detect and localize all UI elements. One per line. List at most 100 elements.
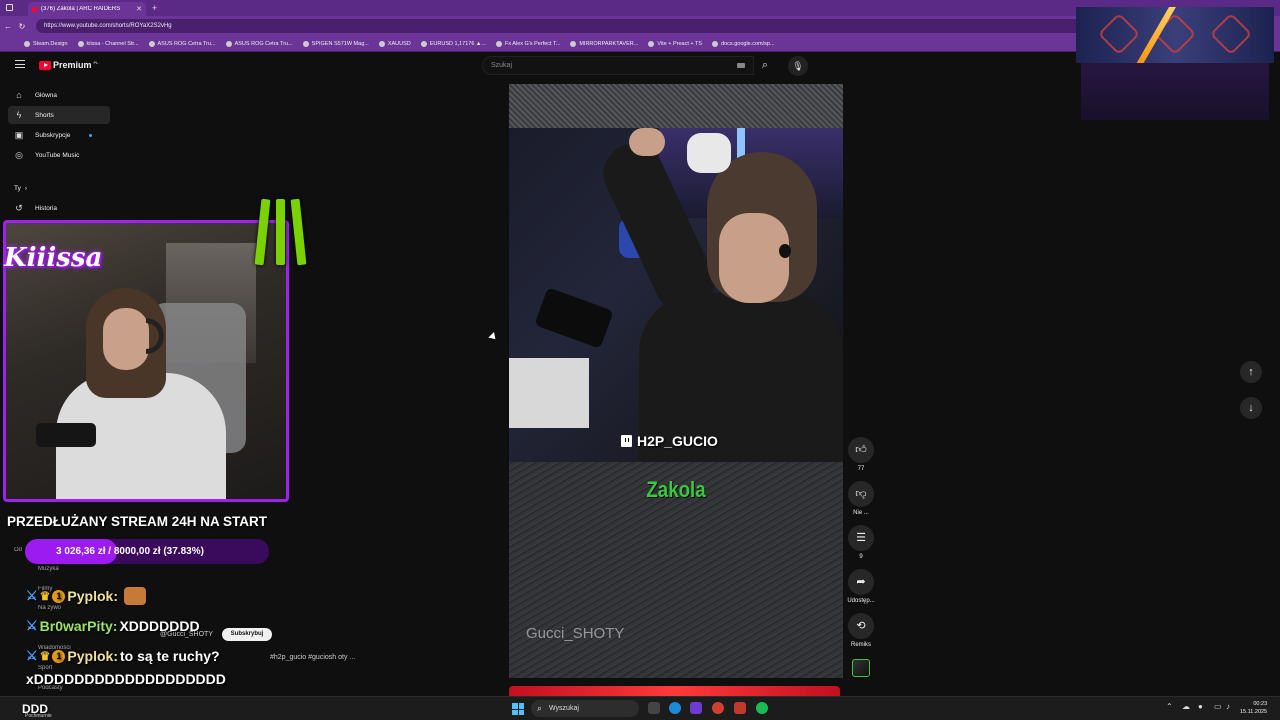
short-description[interactable]: #h2p_gucio #guciosh oty ... — [270, 654, 355, 661]
display-icon[interactable]: ▭ — [1214, 702, 1222, 711]
home-icon: ⌂ — [16, 90, 22, 100]
menu-icon[interactable] — [15, 60, 25, 68]
search-icon[interactable]: ⌕ — [754, 56, 776, 75]
reload-icon[interactable]: ↻ — [16, 22, 28, 31]
windows-start-icon[interactable] — [512, 703, 524, 715]
youtube-logo[interactable]: Premium PL — [39, 60, 99, 70]
sidebar-item-shorts[interactable]: ϟ Shorts — [8, 106, 110, 124]
bookmark-item[interactable]: ASUS ROG Cetra Tru... — [225, 40, 293, 47]
earbud — [779, 244, 791, 258]
donation-progress-text: 3 026,36 zł / 8000,00 zł (37.83%) — [56, 546, 204, 557]
twitch-tag: H2P_GUCIO — [621, 433, 718, 449]
comment-button[interactable]: ☰ 9 — [843, 525, 879, 560]
remix-button[interactable]: ⟲ Remiks — [843, 613, 879, 648]
sword-badge-icon: ⚔ — [26, 588, 38, 603]
back-icon[interactable]: ← — [2, 22, 14, 31]
next-short-button[interactable]: ↓ — [1240, 397, 1262, 419]
comment-icon: ☰ — [848, 525, 874, 551]
bookmark-label: Steam.Design — [33, 40, 68, 47]
crown-badge-icon: ♛ — [39, 649, 51, 663]
sidebar-faint-text: Od — [14, 547, 23, 553]
webcam-person-face — [103, 308, 149, 370]
bookmark-icon — [648, 40, 655, 47]
weather-widget[interactable]: DDD Pochmurnie — [22, 700, 52, 719]
url-text: https://www.youtube.com/shorts/ROYaX2S2v… — [44, 23, 172, 29]
short-video-player[interactable]: H2P_GUCIO Zakola Gucci_SHOTY — [509, 84, 843, 678]
chrome-icon[interactable] — [712, 702, 724, 714]
sidebar-item-youtube-music[interactable]: ◎ YouTube Music — [8, 146, 110, 164]
tier-badge-icon: 1 — [52, 589, 66, 603]
video-noise-top — [509, 84, 843, 128]
bookmark-icon — [225, 40, 232, 47]
game-hex-icon — [1209, 12, 1253, 56]
tray-chevron-icon[interactable]: ⌃ — [1166, 702, 1173, 711]
remix-icon: ⟲ — [848, 613, 874, 639]
like-button[interactable]: 👍︎ 77 — [843, 437, 879, 472]
search-input[interactable]: Szukaj — [482, 56, 754, 75]
subscribe-button[interactable]: Subskrybuj — [222, 628, 272, 641]
volume-icon[interactable]: ♪ — [1226, 702, 1230, 711]
bookmark-item[interactable]: docs.google.com/sp... — [712, 40, 775, 47]
bookmark-item[interactable]: Fx Alex G's Perfect T... — [495, 40, 561, 47]
new-tab-icon[interactable]: + — [152, 3, 157, 13]
tab-title: (376) Zakola | ARC RAIDERS — [41, 6, 121, 12]
share-button[interactable]: ➦ Udostęp... — [843, 569, 879, 604]
game-hex-icon — [1097, 12, 1141, 56]
bookmark-icon — [495, 40, 502, 47]
sidebar-item-label: Główna — [35, 91, 58, 99]
chat-text: xDDDDDDDDDDDDDDDDDDD — [26, 671, 226, 687]
chevron-right-icon: › — [24, 184, 28, 192]
browser-tab-active[interactable]: (376) Zakola | ARC RAIDERS ✕ — [28, 2, 146, 16]
keyboard-icon[interactable] — [737, 63, 745, 68]
bookmark-icon — [420, 40, 427, 47]
microphone-icon[interactable]: 🎙︎ — [788, 56, 808, 76]
bookmark-item[interactable]: Steam.Design — [24, 40, 68, 47]
sidebar-section-title: Ty — [14, 184, 21, 192]
close-tab-icon[interactable]: ✕ — [136, 5, 142, 13]
chat-text: to są te ruchy? — [120, 648, 220, 664]
system-clock[interactable]: 00:23 15.11.2025 — [1240, 700, 1267, 716]
sidebar-item-label: YouTube Music — [35, 151, 80, 159]
bookmark-item[interactable]: ASUS ROG Cetra Tru... — [148, 40, 216, 47]
sidebar-item-history[interactable]: ↺ Historia — [8, 199, 110, 217]
microphone-prop — [36, 423, 96, 447]
bookmark-item[interactable]: Vite + Preact + TS — [648, 40, 702, 47]
dislike-icon: 👎︎ — [848, 481, 874, 507]
bookmark-item[interactable]: SPIGEN S571W Mag... — [302, 40, 369, 47]
monster-energy-logo — [250, 198, 312, 271]
chat-username: Pyplok: — [67, 648, 118, 664]
sidebar-item-subscriptions[interactable]: ▣ Subskrypcje — [8, 126, 110, 144]
logo-text: Premium — [53, 60, 92, 70]
tab-overview-icon[interactable] — [6, 4, 13, 11]
twitch-username: H2P_GUCIO — [637, 433, 718, 449]
sidebar-item-label: Subskrypcje — [35, 131, 71, 139]
bookmark-item[interactable]: MIRRORPARKTAVER... — [570, 40, 638, 47]
cloud-icon[interactable]: ☁ — [1182, 702, 1190, 711]
chat-message: ⚔ ♛ 1 Pyplok: to są te ruchy? — [26, 648, 220, 664]
bookmark-icon — [378, 40, 385, 47]
bookmark-label: Fx Alex G's Perfect T... — [504, 40, 561, 47]
short-channel-handle[interactable]: @Gucci_SHOTY — [160, 631, 213, 638]
sidebar-item-you[interactable]: Ty › — [8, 179, 110, 197]
brave-icon[interactable] — [734, 702, 746, 714]
previous-short-button[interactable]: ↑ — [1240, 361, 1262, 383]
sidebar-item-home[interactable]: ⌂ Główna — [8, 86, 110, 104]
app-tray-icon[interactable]: ● — [1198, 702, 1203, 711]
discord-icon[interactable] — [690, 702, 702, 714]
url-field[interactable]: https://www.youtube.com/shorts/ROYaX2S2v… — [36, 19, 1096, 33]
edge-icon[interactable] — [669, 702, 681, 714]
bookmark-item[interactable]: kiissa - Channel Str... — [77, 40, 139, 47]
bookmark-item[interactable]: XAUUSD — [378, 40, 411, 47]
spotify-icon[interactable] — [756, 702, 768, 714]
search-placeholder: Szukaj — [491, 62, 513, 69]
dislike-button[interactable]: 👎︎ Nie ... — [843, 481, 879, 516]
crown-badge-icon: ♛ — [39, 589, 51, 603]
channel-avatar[interactable] — [852, 659, 870, 677]
bookmark-label: XAUUSD — [387, 40, 411, 47]
dislike-label: Nie ... — [853, 510, 869, 516]
logo-region: PL — [93, 60, 99, 65]
sword-badge-icon: ⚔ — [26, 618, 38, 633]
task-view-icon[interactable] — [648, 702, 660, 714]
bookmark-item[interactable]: EURUSD 1,17176 ▲... — [420, 40, 486, 47]
taskbar-search[interactable]: Wyszukaj — [531, 700, 639, 717]
